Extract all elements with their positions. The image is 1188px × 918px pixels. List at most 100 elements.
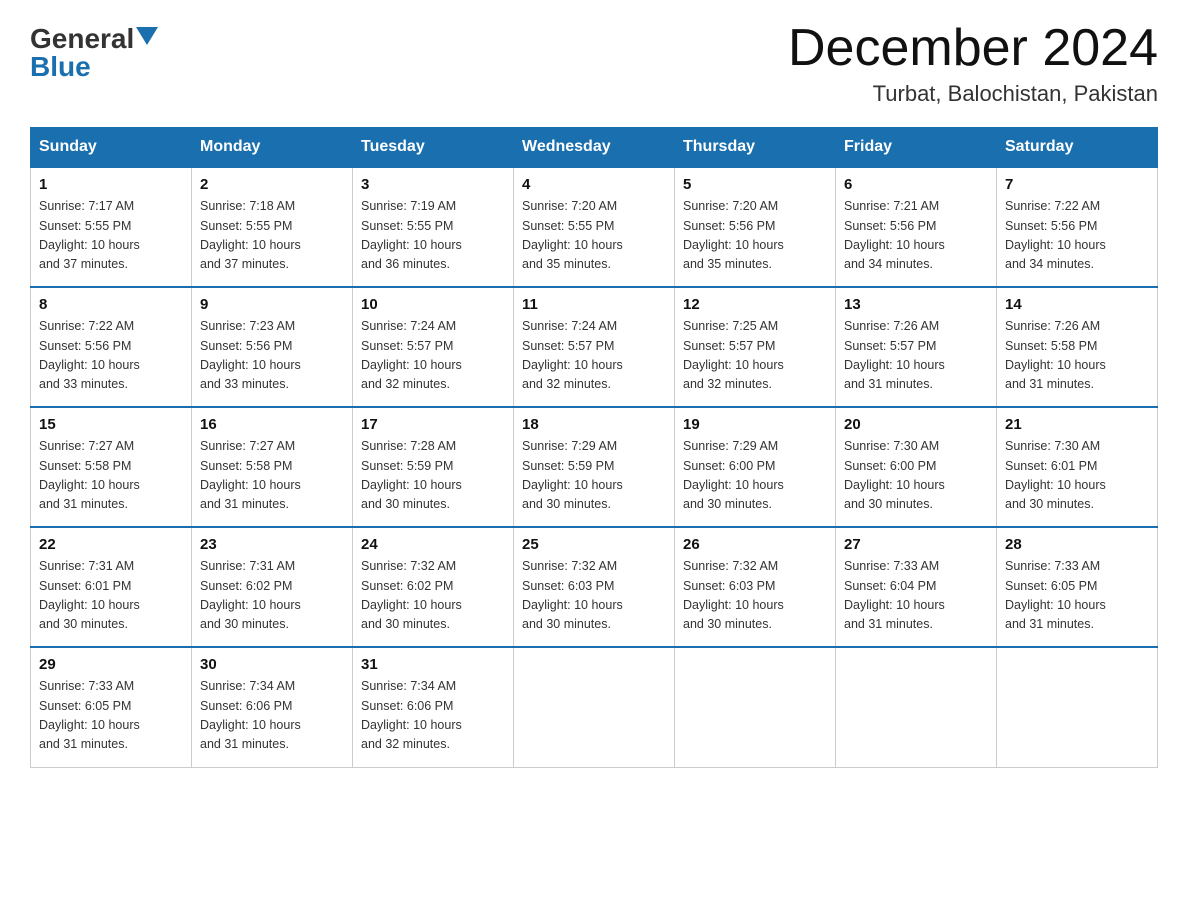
calendar-week-row: 8 Sunrise: 7:22 AMSunset: 5:56 PMDayligh… — [31, 287, 1158, 407]
day-info: Sunrise: 7:22 AMSunset: 5:56 PMDaylight:… — [39, 317, 183, 395]
day-number: 5 — [683, 176, 827, 193]
day-info: Sunrise: 7:18 AMSunset: 5:55 PMDaylight:… — [200, 197, 344, 275]
day-number: 29 — [39, 656, 183, 673]
day-info: Sunrise: 7:26 AMSunset: 5:57 PMDaylight:… — [844, 317, 988, 395]
day-number: 23 — [200, 536, 344, 553]
day-number: 19 — [683, 416, 827, 433]
calendar-cell: 23 Sunrise: 7:31 AMSunset: 6:02 PMDaylig… — [192, 527, 353, 647]
calendar-cell: 17 Sunrise: 7:28 AMSunset: 5:59 PMDaylig… — [353, 407, 514, 527]
calendar-cell: 25 Sunrise: 7:32 AMSunset: 6:03 PMDaylig… — [514, 527, 675, 647]
calendar-cell: 11 Sunrise: 7:24 AMSunset: 5:57 PMDaylig… — [514, 287, 675, 407]
logo-blue: Blue — [30, 53, 91, 81]
day-number: 22 — [39, 536, 183, 553]
day-info: Sunrise: 7:17 AMSunset: 5:55 PMDaylight:… — [39, 197, 183, 275]
day-number: 18 — [522, 416, 666, 433]
calendar-week-row: 22 Sunrise: 7:31 AMSunset: 6:01 PMDaylig… — [31, 527, 1158, 647]
calendar-cell: 4 Sunrise: 7:20 AMSunset: 5:55 PMDayligh… — [514, 167, 675, 287]
calendar-cell: 31 Sunrise: 7:34 AMSunset: 6:06 PMDaylig… — [353, 647, 514, 767]
day-info: Sunrise: 7:32 AMSunset: 6:02 PMDaylight:… — [361, 557, 505, 635]
day-number: 31 — [361, 656, 505, 673]
day-number: 30 — [200, 656, 344, 673]
day-number: 28 — [1005, 536, 1149, 553]
calendar-cell: 10 Sunrise: 7:24 AMSunset: 5:57 PMDaylig… — [353, 287, 514, 407]
page-header: General Blue December 2024 Turbat, Baloc… — [30, 20, 1158, 107]
calendar-cell: 8 Sunrise: 7:22 AMSunset: 5:56 PMDayligh… — [31, 287, 192, 407]
calendar-cell: 12 Sunrise: 7:25 AMSunset: 5:57 PMDaylig… — [675, 287, 836, 407]
header-friday: Friday — [836, 128, 997, 168]
day-number: 11 — [522, 296, 666, 313]
day-info: Sunrise: 7:33 AMSunset: 6:05 PMDaylight:… — [1005, 557, 1149, 635]
calendar-cell: 9 Sunrise: 7:23 AMSunset: 5:56 PMDayligh… — [192, 287, 353, 407]
day-info: Sunrise: 7:33 AMSunset: 6:04 PMDaylight:… — [844, 557, 988, 635]
day-info: Sunrise: 7:26 AMSunset: 5:58 PMDaylight:… — [1005, 317, 1149, 395]
day-info: Sunrise: 7:32 AMSunset: 6:03 PMDaylight:… — [683, 557, 827, 635]
calendar-cell: 20 Sunrise: 7:30 AMSunset: 6:00 PMDaylig… — [836, 407, 997, 527]
day-number: 7 — [1005, 176, 1149, 193]
day-number: 16 — [200, 416, 344, 433]
calendar-cell: 28 Sunrise: 7:33 AMSunset: 6:05 PMDaylig… — [997, 527, 1158, 647]
day-number: 14 — [1005, 296, 1149, 313]
calendar-cell: 7 Sunrise: 7:22 AMSunset: 5:56 PMDayligh… — [997, 167, 1158, 287]
day-number: 3 — [361, 176, 505, 193]
day-info: Sunrise: 7:32 AMSunset: 6:03 PMDaylight:… — [522, 557, 666, 635]
calendar-cell: 26 Sunrise: 7:32 AMSunset: 6:03 PMDaylig… — [675, 527, 836, 647]
day-info: Sunrise: 7:30 AMSunset: 6:01 PMDaylight:… — [1005, 437, 1149, 515]
calendar-cell: 18 Sunrise: 7:29 AMSunset: 5:59 PMDaylig… — [514, 407, 675, 527]
calendar-week-row: 1 Sunrise: 7:17 AMSunset: 5:55 PMDayligh… — [31, 167, 1158, 287]
header-wednesday: Wednesday — [514, 128, 675, 168]
day-info: Sunrise: 7:19 AMSunset: 5:55 PMDaylight:… — [361, 197, 505, 275]
day-info: Sunrise: 7:34 AMSunset: 6:06 PMDaylight:… — [200, 677, 344, 755]
calendar-cell: 29 Sunrise: 7:33 AMSunset: 6:05 PMDaylig… — [31, 647, 192, 767]
day-number: 12 — [683, 296, 827, 313]
header-tuesday: Tuesday — [353, 128, 514, 168]
day-number: 10 — [361, 296, 505, 313]
header-saturday: Saturday — [997, 128, 1158, 168]
calendar-cell: 6 Sunrise: 7:21 AMSunset: 5:56 PMDayligh… — [836, 167, 997, 287]
calendar-cell: 14 Sunrise: 7:26 AMSunset: 5:58 PMDaylig… — [997, 287, 1158, 407]
header-sunday: Sunday — [31, 128, 192, 168]
calendar-cell: 15 Sunrise: 7:27 AMSunset: 5:58 PMDaylig… — [31, 407, 192, 527]
calendar-cell: 5 Sunrise: 7:20 AMSunset: 5:56 PMDayligh… — [675, 167, 836, 287]
day-number: 26 — [683, 536, 827, 553]
location-subtitle: Turbat, Balochistan, Pakistan — [788, 81, 1158, 107]
day-number: 1 — [39, 176, 183, 193]
day-number: 24 — [361, 536, 505, 553]
header-monday: Monday — [192, 128, 353, 168]
day-info: Sunrise: 7:24 AMSunset: 5:57 PMDaylight:… — [361, 317, 505, 395]
calendar-cell: 30 Sunrise: 7:34 AMSunset: 6:06 PMDaylig… — [192, 647, 353, 767]
title-block: December 2024 Turbat, Balochistan, Pakis… — [788, 20, 1158, 107]
calendar-cell: 21 Sunrise: 7:30 AMSunset: 6:01 PMDaylig… — [997, 407, 1158, 527]
day-info: Sunrise: 7:21 AMSunset: 5:56 PMDaylight:… — [844, 197, 988, 275]
day-number: 13 — [844, 296, 988, 313]
day-number: 4 — [522, 176, 666, 193]
calendar-cell: 13 Sunrise: 7:26 AMSunset: 5:57 PMDaylig… — [836, 287, 997, 407]
day-info: Sunrise: 7:20 AMSunset: 5:55 PMDaylight:… — [522, 197, 666, 275]
day-info: Sunrise: 7:20 AMSunset: 5:56 PMDaylight:… — [683, 197, 827, 275]
logo: General Blue — [30, 20, 158, 81]
day-info: Sunrise: 7:27 AMSunset: 5:58 PMDaylight:… — [200, 437, 344, 515]
day-info: Sunrise: 7:29 AMSunset: 5:59 PMDaylight:… — [522, 437, 666, 515]
day-info: Sunrise: 7:23 AMSunset: 5:56 PMDaylight:… — [200, 317, 344, 395]
day-number: 2 — [200, 176, 344, 193]
day-number: 17 — [361, 416, 505, 433]
calendar-cell: 19 Sunrise: 7:29 AMSunset: 6:00 PMDaylig… — [675, 407, 836, 527]
day-number: 8 — [39, 296, 183, 313]
calendar-cell: 2 Sunrise: 7:18 AMSunset: 5:55 PMDayligh… — [192, 167, 353, 287]
calendar-cell: 27 Sunrise: 7:33 AMSunset: 6:04 PMDaylig… — [836, 527, 997, 647]
logo-triangle-icon — [136, 27, 158, 45]
calendar-header-row: SundayMondayTuesdayWednesdayThursdayFrid… — [31, 128, 1158, 168]
day-info: Sunrise: 7:27 AMSunset: 5:58 PMDaylight:… — [39, 437, 183, 515]
calendar-cell — [836, 647, 997, 767]
day-number: 25 — [522, 536, 666, 553]
day-number: 15 — [39, 416, 183, 433]
calendar-cell: 3 Sunrise: 7:19 AMSunset: 5:55 PMDayligh… — [353, 167, 514, 287]
day-number: 9 — [200, 296, 344, 313]
day-info: Sunrise: 7:22 AMSunset: 5:56 PMDaylight:… — [1005, 197, 1149, 275]
calendar-cell: 22 Sunrise: 7:31 AMSunset: 6:01 PMDaylig… — [31, 527, 192, 647]
day-number: 20 — [844, 416, 988, 433]
logo-general: General — [30, 25, 134, 53]
calendar-cell: 16 Sunrise: 7:27 AMSunset: 5:58 PMDaylig… — [192, 407, 353, 527]
calendar-week-row: 15 Sunrise: 7:27 AMSunset: 5:58 PMDaylig… — [31, 407, 1158, 527]
month-year-title: December 2024 — [788, 20, 1158, 77]
calendar-week-row: 29 Sunrise: 7:33 AMSunset: 6:05 PMDaylig… — [31, 647, 1158, 767]
